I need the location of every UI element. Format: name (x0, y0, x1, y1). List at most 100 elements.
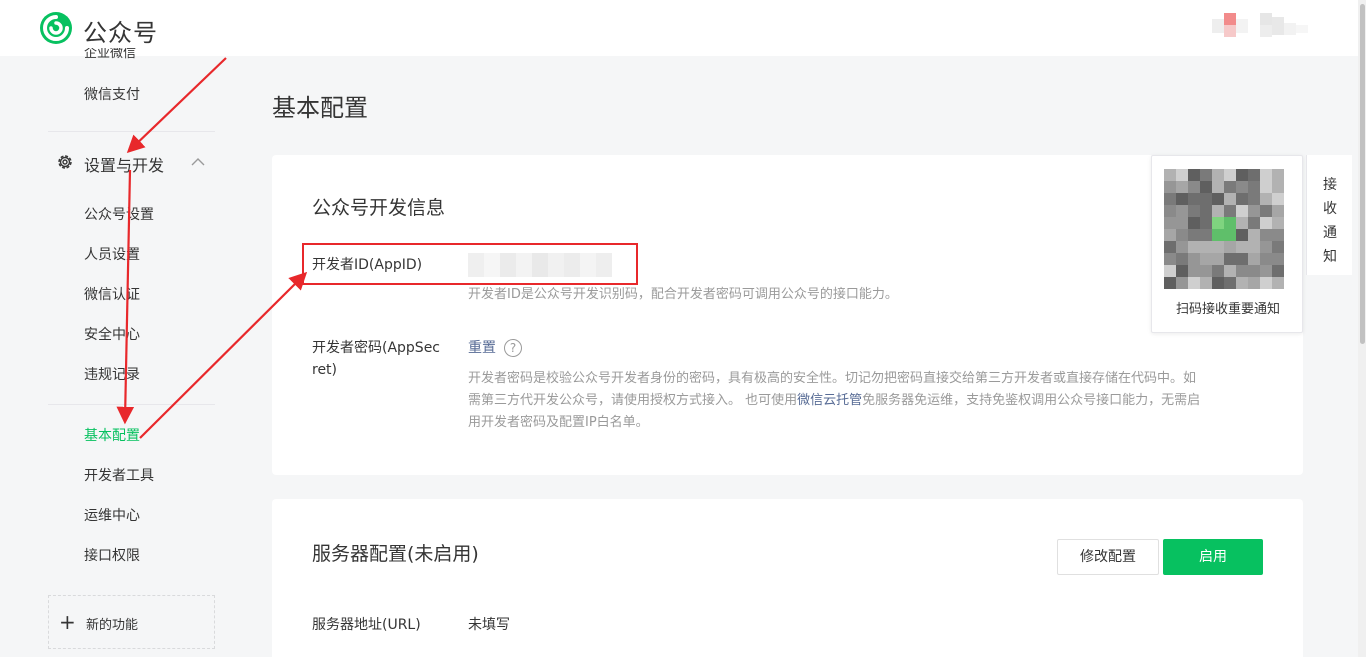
qr-mosaic-cell (1188, 277, 1200, 289)
qr-mosaic-cell (1188, 169, 1200, 181)
sidebar-divider (48, 404, 215, 405)
plus-icon: + (59, 610, 76, 634)
dev-info-title: 公众号开发信息 (312, 197, 446, 219)
qr-mosaic-cell (1176, 265, 1188, 277)
qr-mosaic-cell (1200, 253, 1212, 265)
qr-mosaic-cell (1236, 181, 1248, 193)
qr-mosaic-cell (1272, 253, 1284, 265)
qr-mosaic-cell (1272, 265, 1284, 277)
qr-mosaic-cell (1164, 205, 1176, 217)
sidebar-group-settings-dev[interactable]: 设置与开发 (56, 152, 216, 175)
qr-mosaic-cell (1188, 241, 1200, 253)
sidebar-item-api-permissions[interactable]: 接口权限 (84, 545, 140, 565)
qr-mosaic-cell (1248, 217, 1260, 229)
qr-mosaic-cell (1164, 229, 1176, 241)
page-title: 基本配置 (272, 94, 368, 122)
qr-mosaic-cell (1176, 217, 1188, 229)
secret-label-line1: 开发者密码(AppSec (312, 340, 441, 356)
qr-mosaic-cell (1164, 253, 1176, 265)
qr-mosaic-cell (1200, 193, 1212, 205)
sidebar-group-label: 设置与开发 (84, 156, 165, 175)
secret-actions: 重置? (468, 337, 522, 359)
new-feature-button[interactable]: + 新的功能 (48, 595, 215, 649)
qr-mosaic-cell (1260, 217, 1272, 229)
modify-config-button[interactable]: 修改配置 (1057, 539, 1159, 575)
qr-mosaic-cell (1212, 229, 1224, 241)
qr-mosaic-cell (1236, 277, 1248, 289)
wechat-cloud-hosting-link[interactable]: 微信云托管 (797, 393, 862, 408)
qr-mosaic-cell (1212, 181, 1224, 193)
qr-mosaic-cell (1176, 169, 1188, 181)
qr-mosaic-cell (1212, 169, 1224, 181)
qr-mosaic-cell (1248, 277, 1260, 289)
qr-mosaic-cell (1260, 193, 1272, 205)
qr-mosaic-cell (1224, 217, 1236, 229)
qr-mosaic-cell (1212, 217, 1224, 229)
sidebar-divider (48, 131, 215, 132)
qr-code-image-blurred (1164, 169, 1284, 289)
qr-mosaic-cell (1200, 241, 1212, 253)
qr-mosaic-cell (1260, 241, 1272, 253)
qr-mosaic-cell (1224, 265, 1236, 277)
qr-mosaic-cell (1176, 241, 1188, 253)
sidebar-item-wechat-pay[interactable]: 微信支付 (84, 84, 140, 104)
top-bar: 公众号 (0, 0, 1366, 56)
enable-button[interactable]: 启用 (1163, 539, 1263, 575)
qr-mosaic-cell (1260, 169, 1272, 181)
sidebar-item-basic-config[interactable]: 基本配置 (84, 425, 140, 445)
qr-mosaic-cell (1224, 241, 1236, 253)
qr-mosaic-cell (1272, 181, 1284, 193)
qr-mosaic-cell (1248, 241, 1260, 253)
qr-mosaic-cell (1248, 181, 1260, 193)
qr-mosaic-cell (1164, 169, 1176, 181)
secret-description: 开发者密码是校验公众号开发者身份的密码，具有极高的安全性。切记勿把密码直接交给第… (468, 368, 1268, 434)
brand-name[interactable]: 公众号 (83, 13, 158, 48)
qr-caption: 扫码接收重要通知 (1175, 302, 1280, 317)
server-url-label: 服务器地址(URL) (312, 617, 421, 633)
qr-mosaic-cell (1212, 253, 1224, 265)
help-icon[interactable]: ? (504, 339, 522, 357)
sidebar-item-staff-settings[interactable]: 人员设置 (84, 244, 140, 264)
qr-mosaic-cell (1224, 277, 1236, 289)
reset-secret-link[interactable]: 重置 (468, 340, 496, 356)
qr-mosaic-cell (1188, 229, 1200, 241)
qr-mosaic-cell (1260, 253, 1272, 265)
qr-mosaic-cell (1164, 193, 1176, 205)
sidebar-item-enterprise-wechat[interactable]: 企业微信 (84, 48, 136, 60)
sidebar-item-ops-center[interactable]: 运维中心 (84, 505, 140, 525)
sidebar-item-security[interactable]: 安全中心 (84, 324, 140, 344)
secret-desc-line2: 需第三方代开发公众号，请使用授权方式接入。 也可使用微信云托管免服务器免运维，支… (468, 390, 1268, 412)
qr-mosaic-cell (1200, 265, 1212, 277)
qr-mosaic-cell (1200, 181, 1212, 193)
scrollbar-thumb[interactable] (1360, 4, 1365, 344)
page-scrollbar[interactable] (1358, 0, 1366, 657)
annotation-highlight-box (302, 243, 638, 285)
sidebar-item-account-settings[interactable]: 公众号设置 (84, 204, 154, 224)
qr-mosaic-cell (1224, 229, 1236, 241)
qr-mosaic-cell (1236, 241, 1248, 253)
qr-mosaic-cell (1236, 217, 1248, 229)
account-avatar-blurred[interactable] (1212, 13, 1308, 39)
qr-mosaic-cell (1176, 229, 1188, 241)
qr-mosaic-cell (1176, 253, 1188, 265)
qr-mosaic-cell (1272, 277, 1284, 289)
qr-mosaic-cell (1188, 265, 1200, 277)
qr-mosaic-cell (1212, 241, 1224, 253)
receive-notify-tab[interactable]: 接收通知 (1306, 155, 1352, 275)
secret-desc-line1: 开发者密码是校验公众号开发者身份的密码，具有极高的安全性。切记勿把密码直接交给第… (468, 371, 1197, 386)
qr-mosaic-cell (1248, 205, 1260, 217)
qr-mosaic-cell (1200, 277, 1212, 289)
chevron-up-icon[interactable] (190, 154, 206, 170)
secret-desc-line3: 用开发者密码及配置IP白名单。 (468, 415, 649, 430)
qr-mosaic-cell (1164, 241, 1176, 253)
server-url-value: 未填写 (468, 617, 510, 633)
sidebar-item-wechat-verify[interactable]: 微信认证 (84, 284, 140, 304)
qr-mosaic-cell (1188, 253, 1200, 265)
qr-mosaic-cell (1248, 229, 1260, 241)
qr-mosaic-cell (1260, 277, 1272, 289)
sidebar-item-dev-tools[interactable]: 开发者工具 (84, 465, 154, 485)
qr-mosaic-cell (1164, 217, 1176, 229)
sidebar-item-violations[interactable]: 违规记录 (84, 364, 140, 384)
qr-mosaic-cell (1236, 253, 1248, 265)
wechat-mp-logo-icon[interactable] (39, 11, 73, 45)
